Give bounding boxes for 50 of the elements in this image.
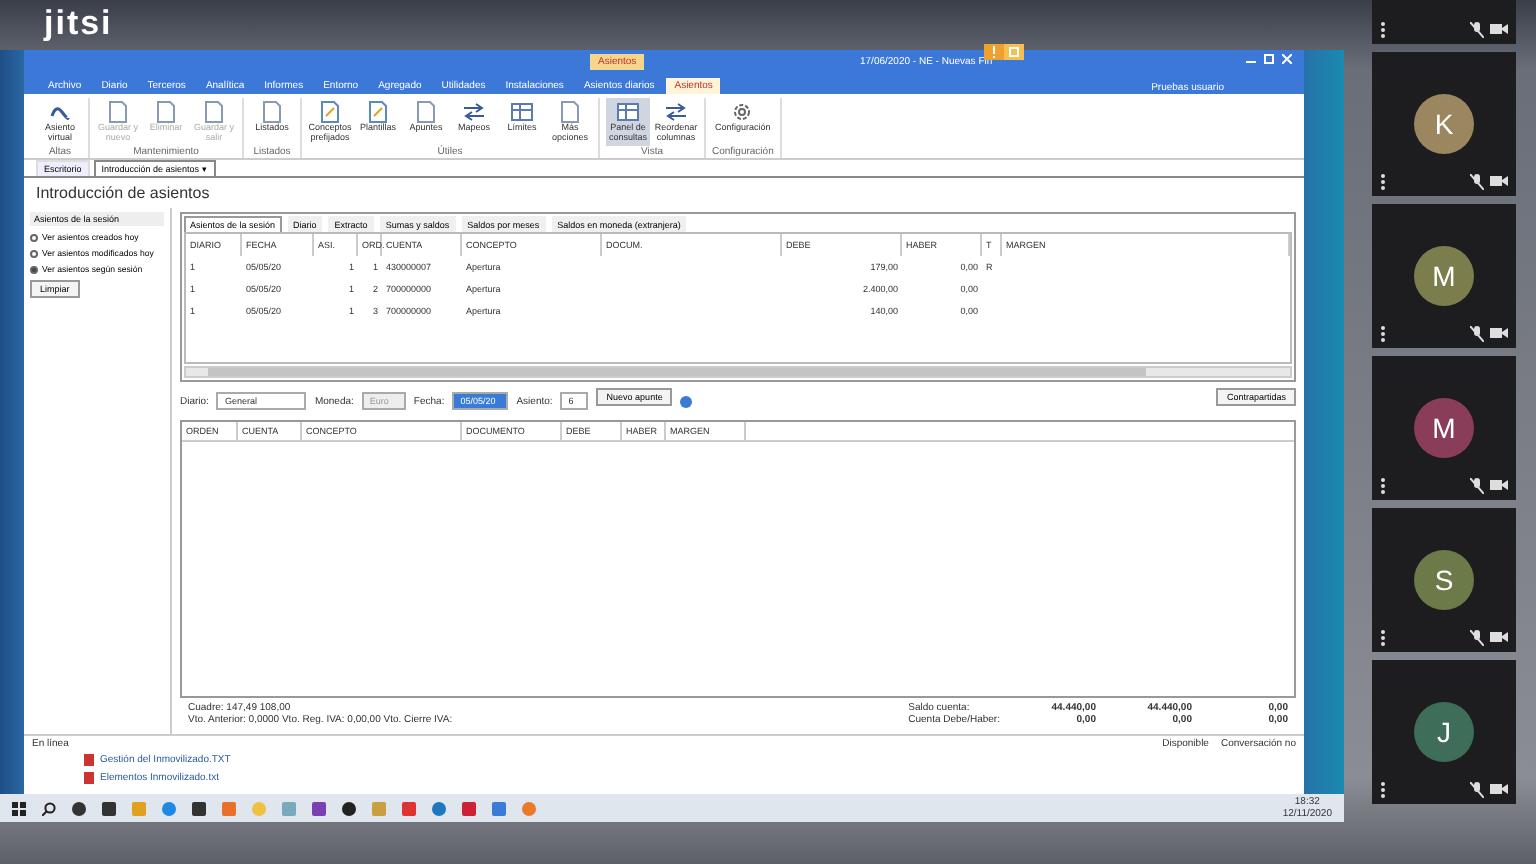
participant-tile[interactable]: J [1372,660,1516,804]
document-icon [558,100,582,124]
maximize-icon[interactable] [1264,54,1274,64]
document-icon [414,100,438,124]
more-options-icon[interactable] [1380,630,1386,646]
muted-microphone-icon [1470,174,1484,190]
avatar: S [1414,550,1474,610]
participant-tile[interactable]: K [1372,52,1516,196]
taskbar-app-icon[interactable] [342,801,356,815]
arrows-icon [664,100,688,124]
muted-microphone-icon [1470,326,1484,342]
edit-document-icon [366,100,390,124]
taskbar-app-icon[interactable] [192,801,206,815]
participant-tile[interactable]: M [1372,356,1516,500]
muted-microphone-icon [1470,478,1484,494]
muted-microphone-icon [1470,630,1484,646]
more-options-icon[interactable] [1380,22,1386,38]
avatar: M [1414,398,1474,458]
taskbar-app-icon[interactable] [102,801,116,815]
info-icon [680,395,693,407]
table-icon [510,100,534,124]
document-icon [260,100,284,124]
document-icon [106,100,130,124]
close-icon[interactable] [1282,54,1292,64]
more-options-icon[interactable] [1380,326,1386,342]
avatar: M [1414,246,1474,306]
page-heading: Introducción de asientos [34,182,212,206]
start-icon[interactable] [12,801,26,815]
horizontal-scrollbar[interactable] [184,366,1292,378]
copy-icon [1004,44,1024,60]
document-icon [154,100,178,124]
participant-tile[interactable] [1372,0,1516,44]
more-options-icon[interactable] [1380,174,1386,190]
table-icon [616,100,640,124]
muted-microphone-icon [1470,782,1484,798]
conference-logo: jitsi [44,6,113,42]
search-icon[interactable] [42,801,56,815]
taskbar-app-icon[interactable] [72,801,86,815]
avatar: J [1414,702,1474,762]
warning-icon [984,44,1004,60]
participant-tile[interactable]: M [1372,204,1516,348]
muted-microphone-icon [1470,22,1484,38]
settings-icon [730,100,755,124]
more-options-icon[interactable] [1380,782,1386,798]
document-icon [202,100,226,124]
more-options-icon[interactable] [1380,478,1386,494]
avatar: K [1414,94,1474,154]
arrows-icon [462,100,486,124]
participant-tile[interactable]: S [1372,508,1516,652]
edit-document-icon [318,100,342,124]
